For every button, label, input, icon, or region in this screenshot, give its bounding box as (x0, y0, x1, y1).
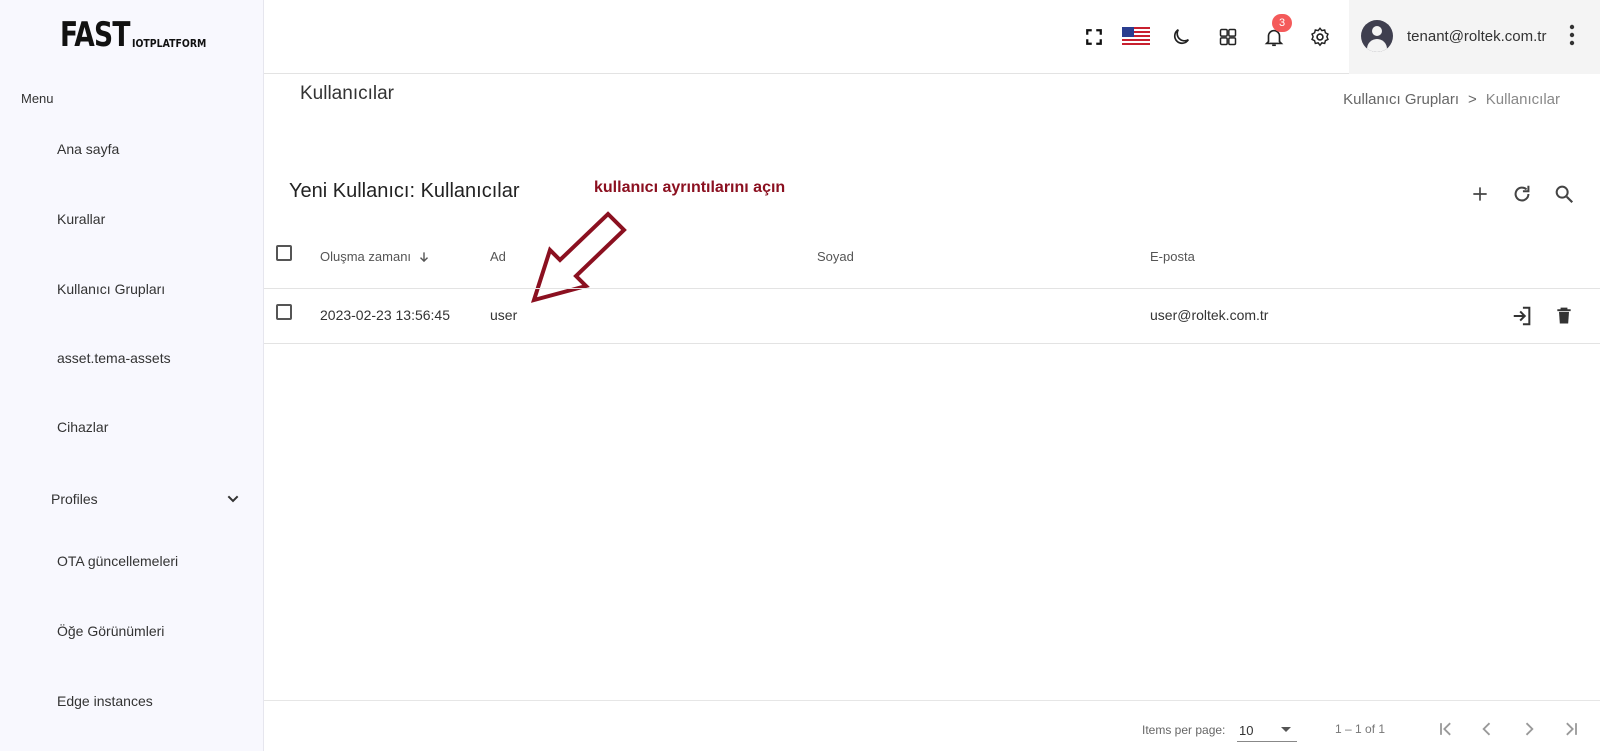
apps-grid-icon[interactable] (1216, 25, 1240, 49)
sidebar-group-label: Profiles (51, 491, 98, 507)
moon-icon[interactable] (1169, 25, 1193, 49)
sidebar-item-edge-instances[interactable]: Edge instances (57, 693, 153, 709)
sidebar-item-user-groups[interactable]: Kullanıcı Grupları (57, 281, 165, 297)
sidebar-item-home[interactable]: Ana sayfa (57, 141, 119, 157)
previous-page-icon[interactable] (1475, 717, 1499, 741)
logo-subtext: IOTPLATFORM (132, 37, 207, 50)
gear-icon[interactable] (1308, 25, 1332, 49)
items-per-page-label: Items per page: (1142, 723, 1226, 737)
column-header-created[interactable]: Oluşma zamanı (320, 249, 431, 264)
next-page-icon[interactable] (1517, 717, 1541, 741)
caret-down-icon (1281, 727, 1291, 732)
items-per-page-select[interactable]: 10 (1237, 718, 1297, 742)
breadcrumb-separator: > (1468, 91, 1477, 108)
breadcrumb: Kullanıcı Grupları > Kullanıcılar (1343, 91, 1560, 108)
cell-email: user@roltek.com.tr (1150, 307, 1269, 323)
logo[interactable]: FAST IOTPLATFORM (60, 18, 219, 52)
add-user-button[interactable] (1468, 182, 1492, 206)
row-checkbox[interactable] (276, 304, 292, 320)
fullscreen-icon[interactable] (1082, 25, 1106, 49)
paginator: Items per page: 10 1 – 1 of 1 (264, 700, 1600, 751)
logo-text: FAST (60, 15, 130, 55)
menu-label: Menu (21, 91, 54, 106)
notification-badge: 3 (1272, 14, 1292, 32)
top-bar: 3 tenant@roltek.com.tr (264, 0, 1600, 74)
breadcrumb-user-groups[interactable]: Kullanıcı Grupları (1343, 91, 1459, 108)
cell-created: 2023-02-23 13:56:45 (320, 307, 450, 323)
refresh-button[interactable] (1510, 182, 1534, 206)
breadcrumb-current: Kullanıcılar (1485, 91, 1560, 108)
arrow-down-icon (420, 251, 429, 262)
avatar (1361, 20, 1393, 52)
table-header-row: Oluşma zamanı Ad Soyad E-posta (264, 232, 1600, 289)
chevron-down-icon (227, 495, 239, 503)
sidebar-group-profiles[interactable]: Profiles (51, 491, 241, 507)
user-menu[interactable]: tenant@roltek.com.tr (1349, 0, 1600, 74)
annotation-text: kullanıcı ayrıntılarını açın (594, 179, 786, 196)
column-header-created-label: Oluşma zamanı (320, 249, 412, 264)
more-vert-icon[interactable] (1569, 24, 1575, 51)
login-as-user-icon[interactable] (1509, 303, 1535, 329)
column-header-email[interactable]: E-posta (1150, 249, 1195, 264)
us-flag-icon[interactable] (1122, 25, 1150, 49)
user-email: tenant@roltek.com.tr (1407, 28, 1547, 45)
sidebar-item-widget-views[interactable]: Öğe Görünümleri (57, 623, 164, 639)
items-per-page-value: 10 (1239, 723, 1254, 738)
sidebar: FAST IOTPLATFORM Menu Ana sayfa Kurallar… (0, 0, 264, 751)
sidebar-item-ota-updates[interactable]: OTA güncellemeleri (57, 553, 178, 569)
last-page-icon[interactable] (1559, 717, 1583, 741)
cell-first-name: user (490, 307, 518, 323)
table-row[interactable]: 2023-02-23 13:56:45 user user@roltek.com… (264, 289, 1600, 344)
delete-icon[interactable] (1551, 303, 1577, 329)
first-page-icon[interactable] (1434, 717, 1458, 741)
search-button[interactable] (1552, 182, 1576, 206)
column-header-last-name[interactable]: Soyad (817, 249, 854, 264)
column-header-first-name[interactable]: Ad (490, 249, 506, 264)
sidebar-item-devices[interactable]: Cihazlar (57, 419, 108, 435)
range-label: 1 – 1 of 1 (1335, 722, 1386, 736)
sidebar-item-assets[interactable]: asset.tema-assets (57, 350, 171, 366)
sidebar-item-rules[interactable]: Kurallar (57, 211, 105, 227)
table-title: Yeni Kullanıcı: Kullanıcılar (289, 180, 520, 202)
page-title: Kullanıcılar (300, 83, 394, 104)
select-all-checkbox[interactable] (276, 245, 292, 261)
